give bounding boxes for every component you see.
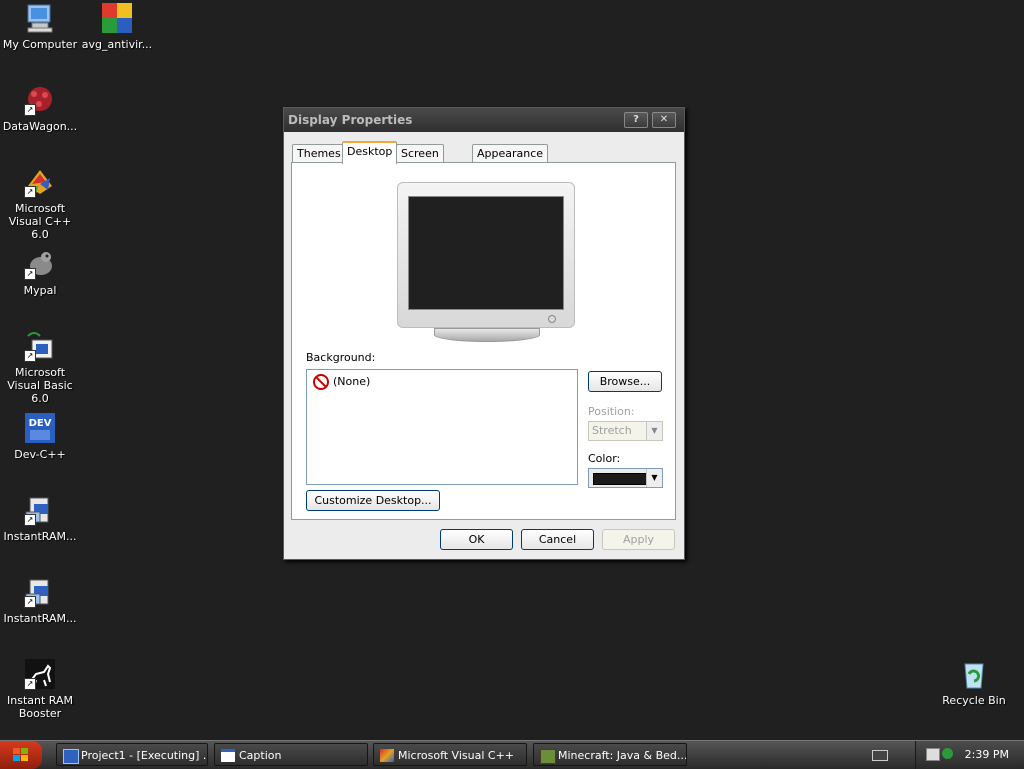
task-label: Minecraft: Java & Bed...: [558, 749, 687, 762]
task-caption[interactable]: Caption: [214, 743, 368, 766]
dialog-titlebar[interactable]: Display Properties ? ✕: [284, 108, 684, 132]
tab-screen-saver[interactable]: Screen Saver: [396, 144, 444, 178]
none-icon: [313, 374, 329, 390]
desktop-icon-msvc[interactable]: ↗ Microsoft Visual C++ 6.0: [0, 166, 80, 241]
desktop-icon-devcpp[interactable]: DEV Dev-C++: [0, 412, 80, 461]
customize-desktop-button[interactable]: Customize Desktop...: [306, 490, 440, 511]
color-label: Color:: [588, 452, 621, 465]
horse-icon: ↗: [24, 658, 56, 690]
position-label: Position:: [588, 405, 635, 418]
recycle-bin-icon: [958, 658, 990, 690]
tab-desktop[interactable]: Desktop: [342, 141, 398, 164]
dev-cpp-icon: DEV: [24, 412, 56, 444]
shortcut-arrow-icon: ↗: [24, 678, 36, 690]
visual-cpp-icon: [380, 749, 394, 762]
background-label: Background:: [306, 351, 376, 364]
my-computer-icon: [24, 2, 56, 34]
power-led-icon: [548, 315, 556, 323]
task-label: Project1 - [Executing] ...: [81, 749, 208, 762]
visual-cpp-icon: ↗: [24, 166, 56, 198]
icon-label: Dev-C++: [14, 448, 66, 461]
desktop-icon-vb[interactable]: ↗ Microsoft Visual Basic 6.0: [0, 330, 80, 405]
sync-icon[interactable]: [942, 748, 953, 759]
icon-label: My Computer: [2, 38, 78, 51]
chevron-down-icon: ▼: [646, 422, 662, 440]
tab-appearance[interactable]: Appearance: [472, 144, 549, 163]
task-label: Caption: [239, 749, 282, 762]
icon-label: Microsoft Visual C++ 6.0: [8, 202, 72, 241]
shortcut-arrow-icon: ↗: [24, 104, 36, 116]
ok-button[interactable]: OK: [440, 529, 513, 550]
shortcut-arrow-icon: ↗: [24, 350, 36, 362]
display-properties-dialog: Display Properties ? ✕ Themes Desktop Sc…: [283, 107, 685, 560]
shortcut-arrow-icon: ↗: [24, 514, 36, 526]
task-label: Microsoft Visual C++: [398, 749, 515, 762]
desktop-icon-my-computer[interactable]: My Computer: [0, 2, 80, 51]
help-button[interactable]: ?: [624, 112, 648, 128]
clock[interactable]: 2:39 PM: [965, 748, 1009, 761]
shortcut-arrow-icon: ↗: [24, 596, 36, 608]
icon-label: avg_antivir...: [81, 38, 153, 51]
minecraft-icon: [540, 749, 556, 764]
shortcut-arrow-icon: ↗: [24, 268, 36, 280]
svg-text:DEV: DEV: [29, 418, 52, 429]
desktop-icon-instant-ram-booster[interactable]: ↗ Instant RAM Booster: [0, 658, 80, 720]
icon-label: Mypal: [23, 284, 57, 297]
icon-label: DataWagon...: [2, 120, 78, 133]
dialog-title: Display Properties: [288, 113, 413, 127]
task-visual-cpp[interactable]: Microsoft Visual C++: [373, 743, 527, 766]
close-button[interactable]: ✕: [652, 112, 676, 128]
installer-icon: ↗: [24, 576, 56, 608]
desktop-tab-panel: Background: (None) Browse... Position: S…: [291, 162, 676, 520]
windows-flag-icon: [13, 748, 29, 762]
task-project1[interactable]: Project1 - [Executing] ...: [56, 743, 208, 766]
desktop-icon-datawagon[interactable]: ↗ DataWagon...: [0, 84, 80, 133]
desktop-icon-mypal[interactable]: ↗ Mypal: [0, 248, 80, 297]
monitor-stand: [434, 328, 540, 342]
vb-project-icon: [63, 749, 79, 764]
position-dropdown[interactable]: Stretch ▼: [588, 421, 663, 441]
icon-label: InstantRAM...: [3, 612, 77, 625]
keyboard-icon[interactable]: [872, 750, 888, 761]
monitor-preview: [397, 182, 575, 342]
visual-basic-icon: ↗: [24, 330, 56, 362]
shortcut-arrow-icon: ↗: [24, 186, 36, 198]
background-listbox[interactable]: (None): [306, 369, 578, 485]
start-button[interactable]: [0, 741, 42, 769]
background-item-none[interactable]: (None): [313, 374, 370, 390]
avg-antivirus-icon: [101, 2, 133, 34]
desktop-icon-instantram-1[interactable]: ↗ InstantRAM...: [0, 494, 80, 543]
icon-label: Instant RAM Booster: [7, 694, 73, 720]
window-icon: [221, 749, 235, 762]
tab-themes[interactable]: Themes: [292, 144, 346, 163]
cancel-button[interactable]: Cancel: [521, 529, 594, 550]
icon-label: Microsoft Visual Basic 6.0: [7, 366, 73, 405]
monitor-screen: [408, 196, 564, 310]
list-item-label: (None): [333, 375, 371, 388]
installer-icon: ↗: [24, 494, 56, 526]
browse-button[interactable]: Browse...: [588, 371, 662, 392]
network-icon[interactable]: [926, 748, 940, 761]
desktop-icon-recycle-bin[interactable]: Recycle Bin: [934, 658, 1014, 707]
icon-label: InstantRAM...: [3, 530, 77, 543]
color-swatch: [593, 473, 649, 485]
desktop-icon-instantram-2[interactable]: ↗ InstantRAM...: [0, 576, 80, 625]
desktop-icon-avg[interactable]: avg_antivir...: [77, 2, 157, 51]
task-minecraft[interactable]: Minecraft: Java & Bed...: [533, 743, 687, 766]
mypal-icon: ↗: [24, 248, 56, 280]
datawagon-icon: ↗: [24, 84, 56, 116]
icon-label: Recycle Bin: [942, 694, 1006, 707]
taskbar: Project1 - [Executing] ... Caption Micro…: [0, 740, 1024, 769]
color-picker-button[interactable]: ▼: [588, 468, 663, 488]
chevron-down-icon: ▼: [646, 469, 662, 487]
apply-button[interactable]: Apply: [602, 529, 675, 550]
position-value: Stretch: [592, 424, 632, 437]
system-tray: 2:39 PM: [915, 741, 1024, 769]
